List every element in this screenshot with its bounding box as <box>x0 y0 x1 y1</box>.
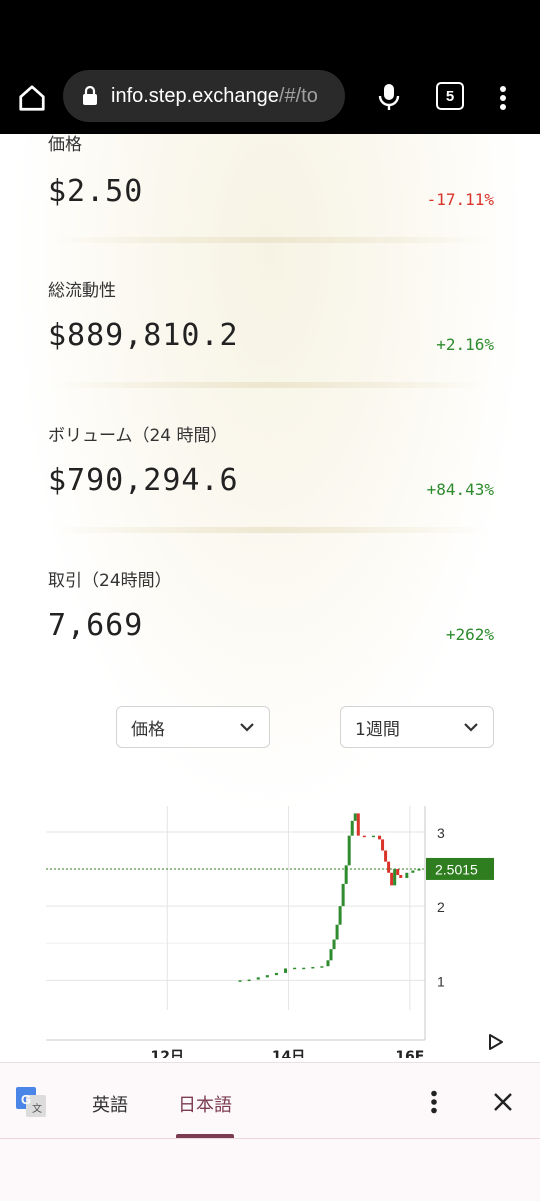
stat-label: ボリューム（24 時間） <box>48 426 228 446</box>
candle-up <box>344 865 348 884</box>
url-host: info.step.exchange <box>111 84 279 107</box>
candle-down <box>356 813 360 836</box>
candle-up <box>238 980 242 982</box>
stat-change: -17.11% <box>426 190 494 209</box>
url-path: /#/to <box>278 84 318 107</box>
translate-menu-button[interactable] <box>424 1087 444 1117</box>
candle-up <box>341 883 345 907</box>
candle-up <box>274 972 278 976</box>
svg-text:文: 文 <box>32 1102 42 1115</box>
stat-change: +262% <box>445 625 494 644</box>
divider <box>50 237 490 243</box>
stat-value: 7,669 <box>48 608 144 643</box>
divider <box>0 1138 540 1139</box>
x-tick-label: 14日 <box>272 1049 305 1058</box>
stat-label: 取引（24時間） <box>48 571 172 591</box>
candle-up <box>393 869 397 886</box>
stat-value: $889,810.2 <box>48 318 239 353</box>
lock-icon <box>79 85 101 107</box>
translate-close-button[interactable] <box>488 1087 518 1117</box>
candle-down <box>381 839 385 851</box>
candle-down <box>396 869 400 875</box>
candle-up <box>417 869 421 871</box>
stat-change: +84.43% <box>426 480 494 499</box>
browser-toolbar: info.step.exchange/#/to 5 <box>0 62 540 134</box>
candle-up <box>405 872 409 878</box>
stat-label: 総流動性 <box>48 281 116 301</box>
candle-up <box>284 968 288 973</box>
candle-up <box>311 966 315 969</box>
google-translate-icon: G 文 <box>16 1087 46 1117</box>
candle-up <box>350 820 354 836</box>
candle-up <box>293 967 297 970</box>
candle-down <box>387 861 391 873</box>
candle-up <box>332 939 336 950</box>
page-content: 価格 $2.50 -17.11% 総流動性 $889,810.2 +2.16% … <box>0 134 540 1062</box>
tab-switcher-button[interactable]: 5 <box>436 82 464 110</box>
browser-menu-button[interactable] <box>488 82 518 114</box>
candle-up <box>338 906 342 925</box>
stat-value: $790,294.6 <box>48 463 239 498</box>
candle-down <box>378 835 382 840</box>
chevron-down-icon <box>240 723 254 732</box>
y-tick-label: 2 <box>437 899 445 915</box>
home-button[interactable] <box>14 80 50 116</box>
svg-text:G: G <box>21 1092 31 1107</box>
more-vert-icon <box>431 1090 437 1114</box>
close-icon <box>494 1093 512 1111</box>
candle-up <box>353 813 357 821</box>
divider <box>50 382 490 388</box>
candle-up <box>302 967 306 970</box>
candle-down <box>384 850 388 862</box>
x-tick-label: 16E <box>395 1049 424 1058</box>
divider <box>50 527 490 533</box>
url-text: info.step.exchange/#/to <box>111 85 339 108</box>
candle-up <box>347 835 351 866</box>
candle-up <box>265 975 269 978</box>
metric-select-value: 価格 <box>131 719 165 740</box>
translate-bar: G 文 英語 日本語 <box>0 1062 540 1201</box>
chevron-down-icon <box>464 723 478 732</box>
address-bar[interactable]: info.step.exchange/#/to <box>63 70 345 122</box>
stat-change: +2.16% <box>436 335 494 354</box>
candle-up <box>326 960 330 967</box>
candle-up <box>256 977 260 980</box>
current-price-label: 2.5015 <box>435 861 478 877</box>
y-tick-label: 1 <box>437 973 445 989</box>
candle-down <box>399 874 403 878</box>
more-vert-icon <box>500 86 506 110</box>
microphone-icon <box>378 84 400 110</box>
metric-select[interactable]: 価格 <box>116 706 270 748</box>
stat-label: 価格 <box>48 135 82 155</box>
y-tick-label: 3 <box>437 825 445 841</box>
candle-up <box>329 949 333 961</box>
price-chart[interactable]: 1 2 3 12日 14日 16E 2.5015 <box>0 798 540 1058</box>
candle-up <box>411 870 415 873</box>
range-select[interactable]: 1週間 <box>340 706 494 748</box>
voice-search-button[interactable] <box>372 79 406 115</box>
translate-target-tab[interactable]: 日本語 <box>178 1091 232 1117</box>
stat-value: $2.50 <box>48 174 144 209</box>
range-select-value: 1週間 <box>355 719 400 740</box>
home-icon <box>19 85 45 111</box>
candle-down <box>390 872 394 886</box>
status-bar <box>0 0 540 62</box>
candle-up <box>371 835 375 838</box>
play-icon[interactable] <box>489 1034 503 1050</box>
x-tick-label: 12日 <box>151 1049 184 1058</box>
candle-up <box>320 966 324 968</box>
translate-source-tab[interactable]: 英語 <box>92 1091 128 1117</box>
candle-down <box>362 835 366 838</box>
candle-up <box>247 979 251 982</box>
candle-up <box>335 924 339 940</box>
